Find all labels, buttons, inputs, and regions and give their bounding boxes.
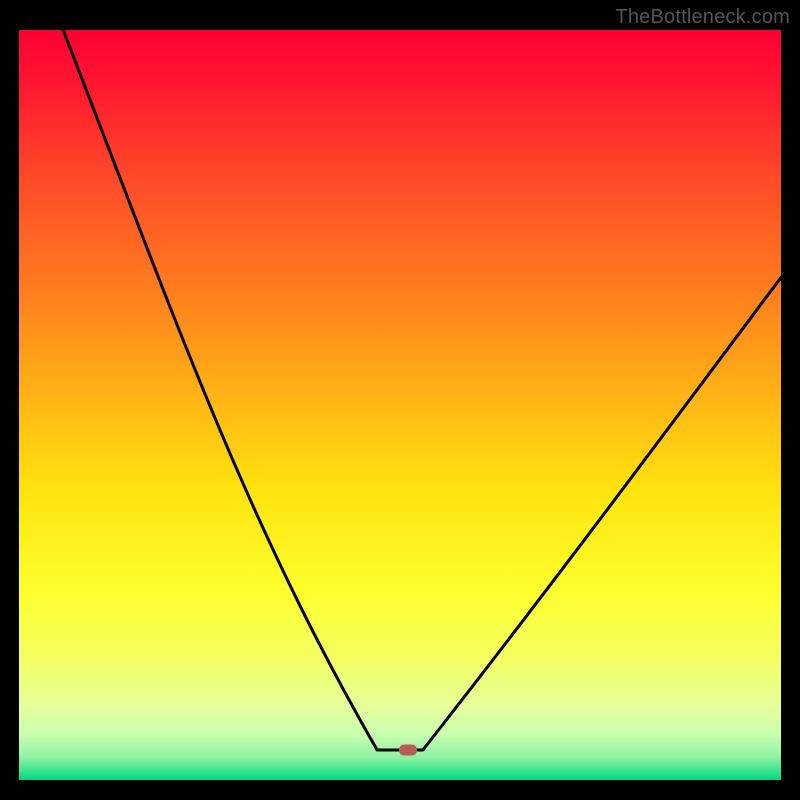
optimal-point-marker — [399, 745, 417, 756]
chart-container: TheBottleneck.com — [0, 0, 800, 800]
watermark-text: TheBottleneck.com — [615, 6, 790, 29]
bottleneck-curve — [19, 30, 781, 780]
plot-area — [19, 30, 781, 780]
